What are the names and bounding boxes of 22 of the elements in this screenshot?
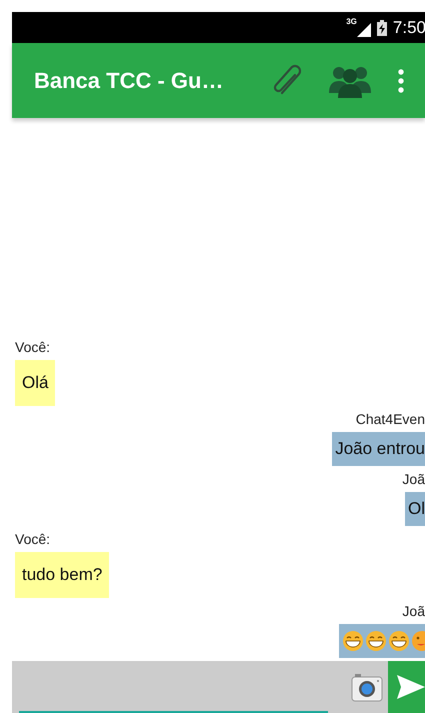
sender-name: Você:: [15, 531, 50, 547]
message-bubble: tudo bem?: [15, 552, 110, 598]
message-bubble: Olá: [15, 360, 56, 406]
sender-name: Você:: [15, 339, 50, 355]
more-icon[interactable]: [398, 68, 404, 92]
sender-name: Joã: [402, 471, 425, 487]
sender-name: Chat4Even: [356, 411, 425, 427]
sender-name: Joã: [402, 603, 425, 619]
clock: 7:50: [392, 18, 425, 38]
smile-emoji-icon: [411, 630, 425, 652]
battery-charging-icon: [376, 20, 387, 36]
grin-emoji-icon: [388, 630, 410, 652]
send-button[interactable]: [388, 661, 425, 713]
chat-title: Banca TCC - Gu…: [34, 68, 224, 94]
signal-icon: [356, 22, 371, 36]
network-type: 3G: [346, 17, 357, 26]
message-bubble: Ol: [405, 492, 425, 526]
grin-emoji-icon: [365, 630, 387, 652]
grin-emoji-icon: [342, 630, 364, 652]
camera-icon[interactable]: [351, 672, 383, 702]
send-icon: [397, 675, 425, 699]
message-bubble: João entrou: [332, 432, 425, 466]
